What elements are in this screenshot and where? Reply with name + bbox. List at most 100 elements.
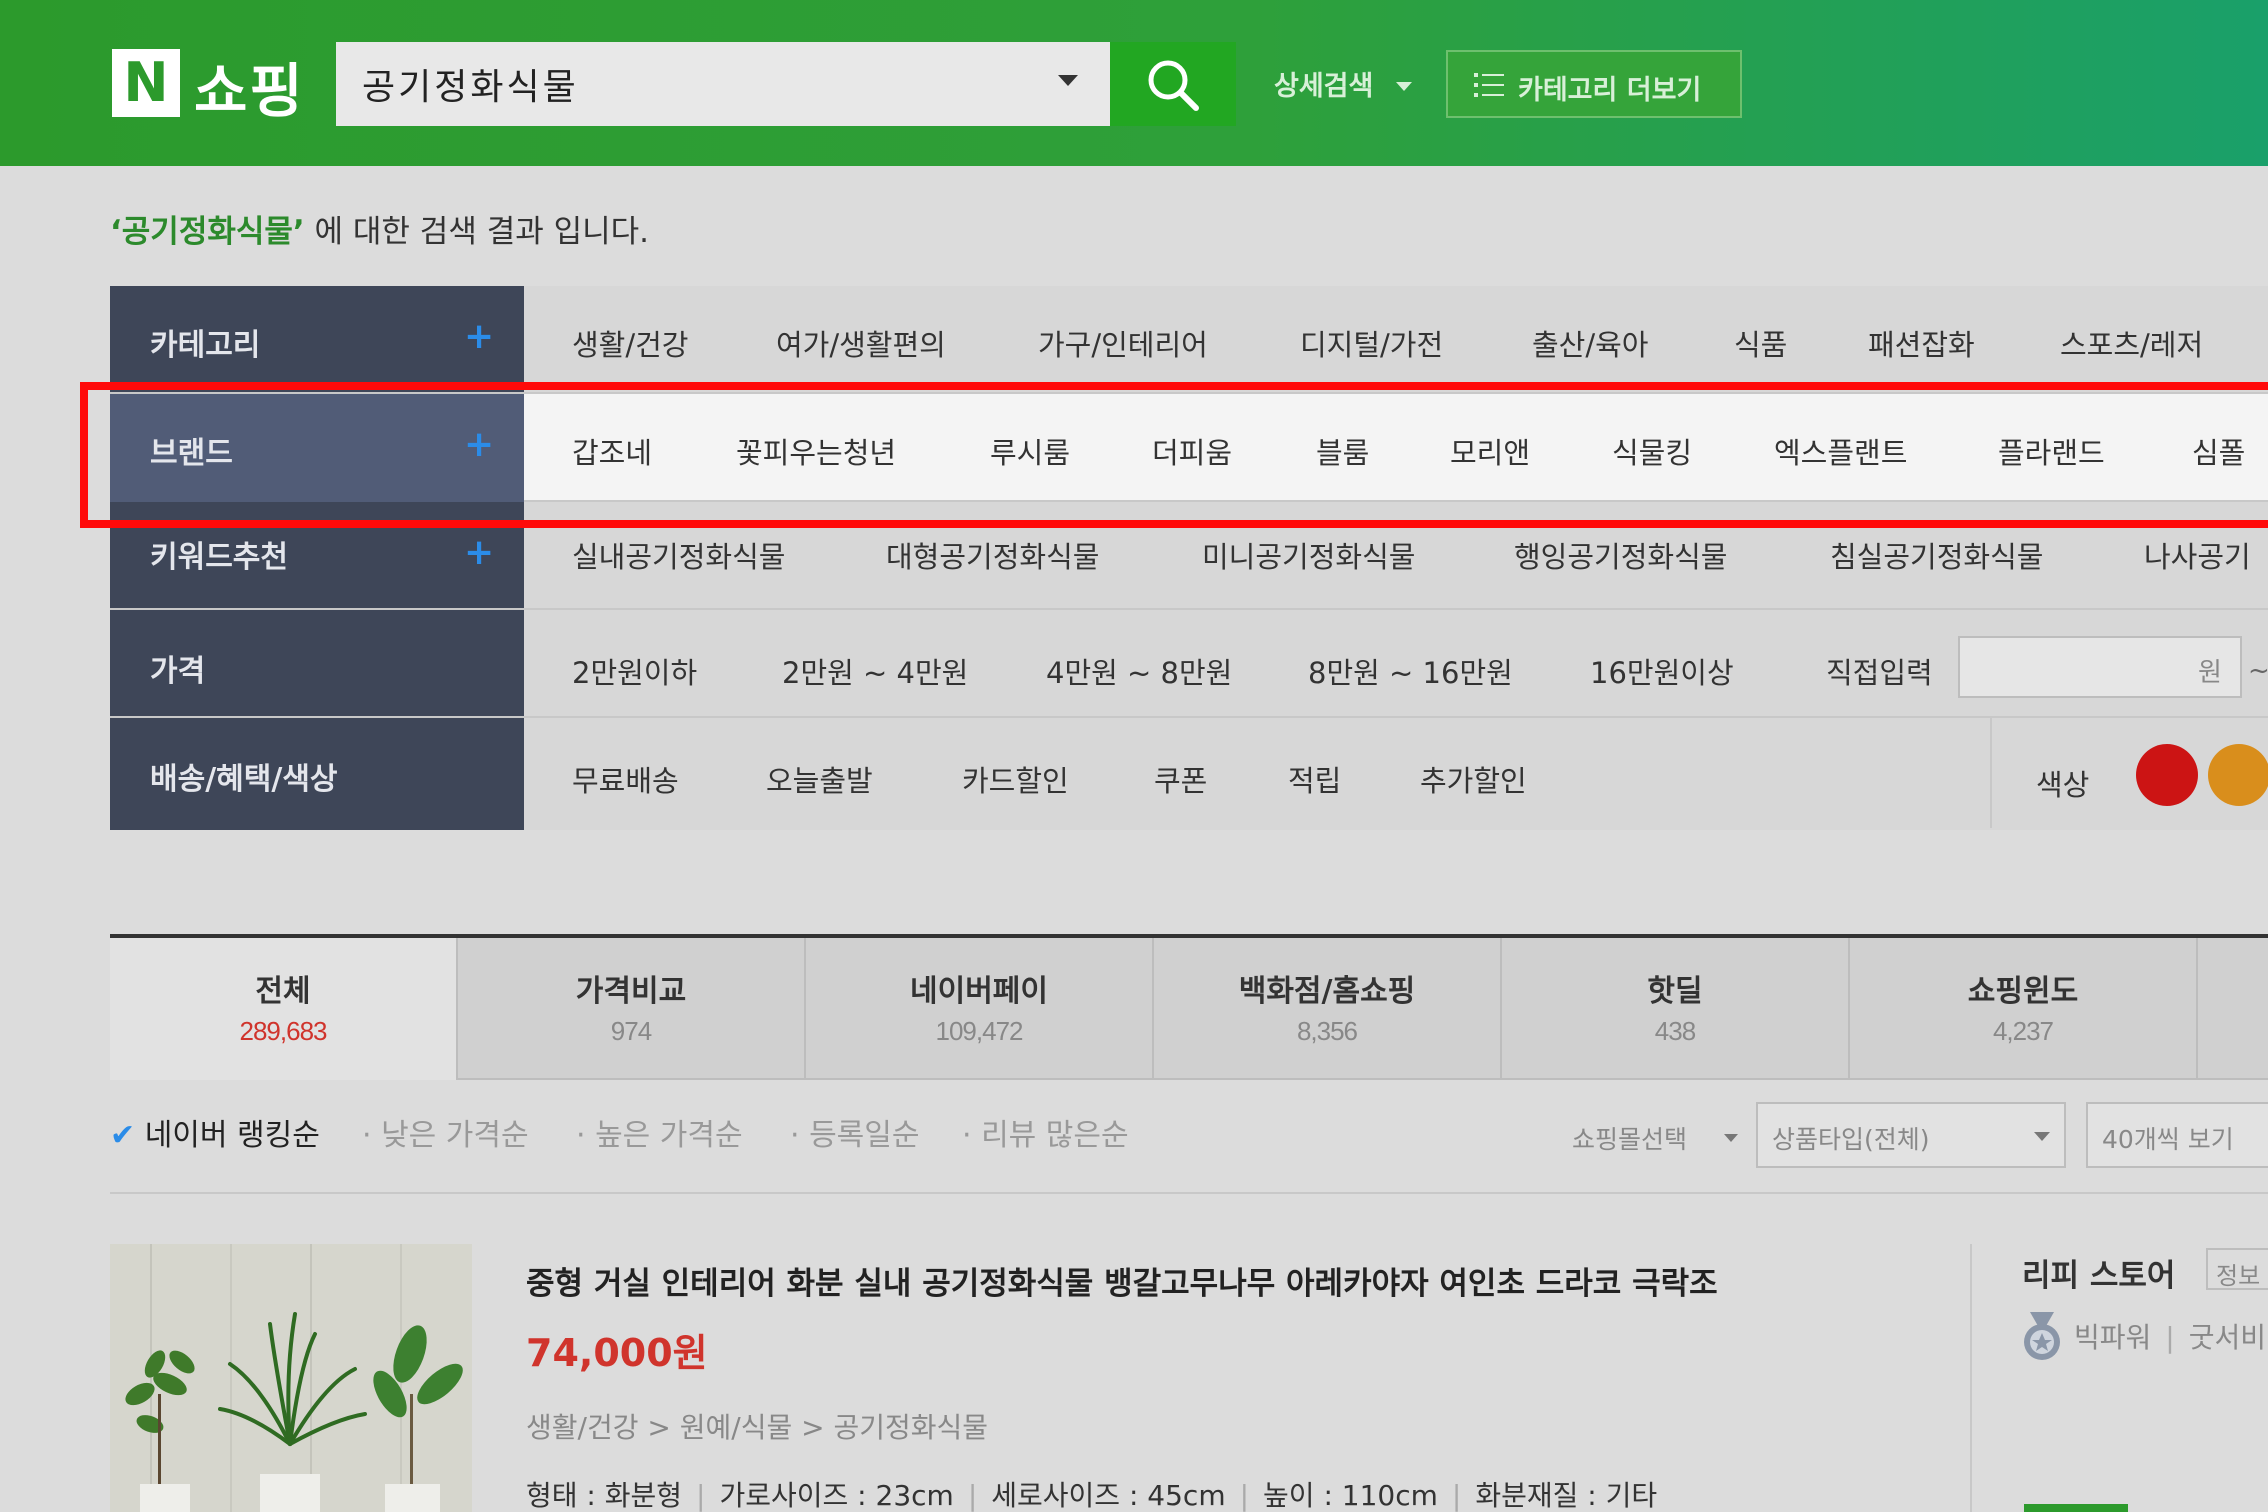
category-item[interactable]: 패션잡화: [1868, 322, 1975, 364]
category-item[interactable]: 가구/인테리어: [1038, 322, 1208, 364]
price-range-tilde: ~: [2248, 656, 2268, 686]
sort-low-price[interactable]: · 낮은 가격순: [362, 1110, 529, 1154]
shopping-logo-text[interactable]: 쇼핑: [194, 44, 305, 128]
advanced-search-link[interactable]: 상세검색: [1274, 64, 1373, 103]
store-badge-bar: [2024, 1504, 2128, 1512]
check-icon: ✔: [110, 1118, 136, 1153]
brand-item[interactable]: 식물킹: [1612, 430, 1692, 472]
sort-high-price[interactable]: · 높은 가격순: [576, 1110, 743, 1154]
delivery-item[interactable]: 무료배송: [572, 758, 679, 800]
keyword-item[interactable]: 대형공기정화식물: [886, 534, 1099, 576]
filter-row-delivery: 배송/혜택/색상 무료배송 오늘출발 카드할인 쿠폰 적립 추가할인: [110, 718, 2268, 830]
tab-shopping-window[interactable]: 쇼핑윈도 4,237: [1850, 938, 2198, 1080]
delivery-item[interactable]: 오늘출발: [766, 758, 873, 800]
chevron-down-icon: [2034, 1132, 2050, 1141]
spec-separator: |: [967, 1479, 978, 1512]
tab-label: 네이버페이: [910, 974, 1048, 1009]
category-more-button[interactable]: 카테고리 더보기: [1446, 50, 1742, 118]
sort-registered[interactable]: · 등록일순: [790, 1110, 919, 1154]
tab-count: 289,683: [239, 1016, 328, 1046]
search-button[interactable]: [1110, 42, 1236, 126]
store-grade: 빅파워 | 굿서비: [2074, 1316, 2266, 1356]
category-item[interactable]: 출산/육아: [1532, 322, 1649, 364]
store-divider: [1970, 1244, 1972, 1512]
filter-row-category: 카테고리 + 생활/건강 여가/생활편의 가구/인테리어 디지털/가전 출산/육…: [110, 286, 2268, 394]
brand-item[interactable]: 플라랜드: [1998, 430, 2105, 472]
sort-reviews[interactable]: · 리뷰 많은순: [962, 1110, 1129, 1154]
store-info-button[interactable]: 정보: [2206, 1248, 2268, 1290]
search-dropdown-caret-icon[interactable]: [1058, 75, 1078, 86]
chevron-down-icon: [1724, 1134, 1738, 1142]
brand-item[interactable]: 더피움: [1152, 430, 1232, 472]
store-grade-label: 빅파워: [2074, 1321, 2152, 1354]
tab-count: 974: [610, 1016, 652, 1046]
tab-more-partial[interactable]: [2198, 938, 2268, 1080]
keyword-item[interactable]: 침실공기정화식물: [1830, 534, 2043, 576]
delivery-item[interactable]: 추가할인: [1420, 758, 1527, 800]
price-direct-input-label[interactable]: 직접입력: [1826, 650, 1933, 692]
search-keyword: ‘공기정화식물’: [110, 214, 305, 250]
list-icon: [1474, 73, 1504, 97]
tab-all[interactable]: 전체 289,683: [110, 938, 458, 1080]
price-item[interactable]: 2만원이하: [572, 650, 697, 692]
category-more-label: 카테고리 더보기: [1518, 75, 1702, 106]
price-item[interactable]: 8만원 ~ 16만원: [1308, 650, 1513, 692]
tab-label: 전체: [255, 974, 311, 1009]
search-input[interactable]: [362, 42, 1042, 126]
tab-department-homeshopping[interactable]: 백화점/홈쇼핑 8,356: [1154, 938, 1502, 1080]
tab-price-compare[interactable]: 가격비교 974: [458, 938, 806, 1080]
tab-count: 438: [1654, 1016, 1696, 1046]
price-item[interactable]: 2만원 ~ 4만원: [782, 650, 968, 692]
keyword-item[interactable]: 미니공기정화식물: [1202, 534, 1415, 576]
category-item[interactable]: 식품: [1734, 322, 1787, 364]
keyword-item[interactable]: 나사공기: [2144, 534, 2251, 576]
tab-label: 핫딜: [1647, 974, 1703, 1009]
color-divider: [1990, 718, 1992, 828]
color-swatch-orange[interactable]: [2208, 744, 2268, 806]
product-price: 74,000원: [526, 1331, 708, 1375]
delivery-item[interactable]: 카드할인: [962, 758, 1069, 800]
product-image[interactable]: [110, 1244, 472, 1512]
brand-item[interactable]: 모리앤: [1450, 430, 1530, 472]
spec-item: 화분재질 : 기타: [1475, 1479, 1658, 1512]
filter-row-price: 가격 2만원이하 2만원 ~ 4만원 4만원 ~ 8만원 8만원 ~ 16만원 …: [110, 610, 2268, 718]
product-title-link[interactable]: 중형 거실 인테리어 화분 실내 공기정화식물 뱅갈고무나무 아레카야자 여인초…: [526, 1258, 1718, 1303]
expand-brand-icon[interactable]: +: [464, 424, 494, 465]
tab-naver-pay[interactable]: 네이버페이 109,472: [806, 938, 1154, 1080]
brand-item[interactable]: 엑스플랜트: [1774, 430, 1907, 472]
product-type-select[interactable]: 상품타입(전체): [1756, 1102, 2066, 1168]
brand-item[interactable]: 블룸: [1316, 430, 1369, 472]
category-item[interactable]: 여가/생활편의: [776, 322, 946, 364]
product-category-path[interactable]: 생활/건강 > 원예/식물 > 공기정화식물: [526, 1406, 988, 1446]
tab-hotdeal[interactable]: 핫딜 438: [1502, 938, 1850, 1080]
keyword-item[interactable]: 실내공기정화식물: [572, 534, 785, 576]
product-type-value: 상품타입(전체): [1772, 1125, 1930, 1154]
category-item[interactable]: 생활/건강: [572, 322, 689, 364]
brand-item[interactable]: 갑조네: [572, 430, 652, 472]
mall-select[interactable]: 쇼핑몰선택: [1572, 1120, 1687, 1156]
keyword-item[interactable]: 행잉공기정화식물: [1514, 534, 1727, 576]
naver-logo[interactable]: N: [112, 49, 180, 117]
spec-separator: |: [1451, 1479, 1462, 1512]
expand-keyword-icon[interactable]: +: [464, 532, 494, 573]
store-name-link[interactable]: 리피 스토어: [2022, 1250, 2175, 1295]
store-separator: |: [2165, 1321, 2175, 1354]
category-item[interactable]: 스포츠/레저: [2060, 322, 2203, 364]
tab-count: 109,472: [935, 1016, 1024, 1046]
page-size-select[interactable]: 40개씩 보기: [2086, 1102, 2268, 1168]
spec-separator: |: [1239, 1479, 1250, 1512]
delivery-item[interactable]: 적립: [1288, 758, 1341, 800]
brand-item[interactable]: 심폴: [2192, 430, 2245, 472]
price-item[interactable]: 16만원이상: [1590, 650, 1734, 692]
color-filter-label: 색상: [2036, 768, 2090, 802]
brand-item[interactable]: 꽃피우는청년: [736, 430, 896, 472]
category-item[interactable]: 디지털/가전: [1300, 322, 1443, 364]
price-unit: 원: [2198, 658, 2222, 688]
color-swatch-red[interactable]: [2136, 744, 2198, 806]
brand-item[interactable]: 루시룸: [990, 430, 1070, 472]
filter-label-category: 카테고리: [150, 328, 261, 363]
expand-category-icon[interactable]: +: [464, 316, 494, 357]
sort-naver-ranking[interactable]: ✔ 네이버 랭킹순: [110, 1110, 320, 1154]
price-item[interactable]: 4만원 ~ 8만원: [1046, 650, 1232, 692]
delivery-item[interactable]: 쿠폰: [1154, 758, 1207, 800]
